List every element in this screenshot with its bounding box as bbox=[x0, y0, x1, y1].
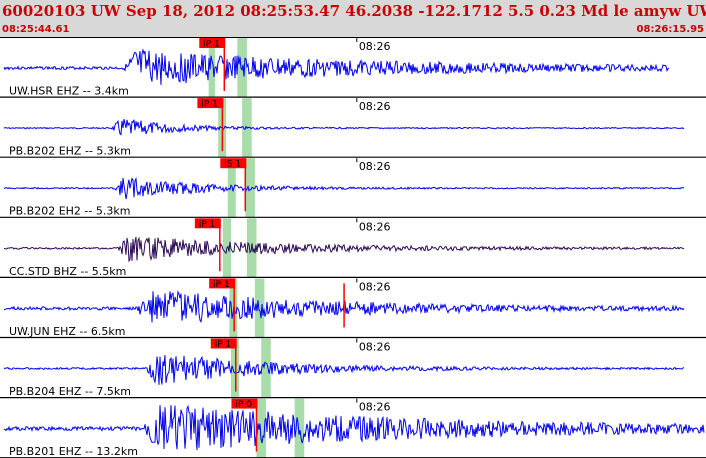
trace-panels[interactable]: 08:26 iP 1 UW.HSR EHZ -- 3.4km 08:26 iP 1 PB.… bbox=[0, 37, 706, 458]
time-tick-label: 08:26 bbox=[359, 100, 391, 113]
phase-window-band bbox=[261, 338, 271, 398]
station-label: PB.B202 EHZ -- 5.3km bbox=[9, 145, 131, 158]
phase-pick-label: iP 1 bbox=[215, 340, 232, 350]
station-label: PB.B202 EH2 -- 5.3km bbox=[9, 205, 130, 218]
trace-panel[interactable]: 08:26 iP 1 CC.STD BHZ -- 5.5km bbox=[0, 218, 706, 278]
time-tick-label: 08:26 bbox=[359, 160, 391, 173]
trace-panel[interactable]: 08:26 iP 1 UW.JUN EHZ -- 6.5km bbox=[0, 278, 706, 339]
event-title-bar: 60020103 UW Sep 18, 2012 08:25:53.47 46.… bbox=[0, 0, 706, 22]
seismogram-trace bbox=[3, 48, 670, 85]
time-tick-label: 08:26 bbox=[359, 341, 391, 354]
time-tick-label: 08:26 bbox=[359, 401, 391, 414]
station-label: PB.B204 EHZ -- 7.5km bbox=[9, 385, 131, 398]
station-label: UW.JUN EHZ -- 6.5km bbox=[9, 325, 125, 338]
time-tick-label: 08:26 bbox=[359, 280, 391, 293]
event-title: 60020103 UW Sep 18, 2012 08:25:53.47 46.… bbox=[2, 2, 706, 20]
trace-panel[interactable]: 08:26 iP 1 PB.B204 EHZ -- 7.5km bbox=[0, 338, 706, 399]
station-label: CC.STD BHZ -- 5.5km bbox=[9, 265, 126, 278]
waveform-viewer: 60020103 UW Sep 18, 2012 08:25:53.47 46.… bbox=[0, 0, 706, 458]
station-label: PB.B201 EHZ -- 13.2km bbox=[9, 445, 138, 458]
trace-panel[interactable]: 08:26 iP 1 UW.HSR EHZ -- 3.4km bbox=[0, 38, 706, 98]
seismogram-trace bbox=[3, 118, 685, 136]
seismogram-trace bbox=[3, 236, 685, 263]
time-tick-label: 08:26 bbox=[359, 40, 391, 53]
phase-pick-label: iP 0 bbox=[235, 400, 252, 410]
phase-pick-label: iS 1 bbox=[224, 160, 241, 170]
phase-pick-label: iP 1 bbox=[201, 100, 218, 110]
seismogram-trace bbox=[3, 404, 705, 451]
trace-panel[interactable]: 08:26 iS 1 PB.B202 EH2 -- 5.3km bbox=[0, 158, 706, 218]
seismogram-trace bbox=[3, 355, 685, 385]
phase-pick-label: iP 1 bbox=[199, 220, 216, 230]
start-time-label: 08:25:44.61 bbox=[2, 24, 70, 35]
trace-panel[interactable]: 08:26 iP 1 PB.B202 EHZ -- 5.3km bbox=[0, 98, 706, 158]
time-range-bar: 08:25:44.61 08:26:15.95 bbox=[0, 22, 706, 37]
phase-pick-label: iP 1 bbox=[213, 280, 230, 290]
station-label: UW.HSR EHZ -- 3.4km bbox=[9, 85, 129, 98]
phase-pick-label: iP 1 bbox=[203, 40, 220, 50]
trace-panel[interactable]: 08:26 iP 0 PB.B201 EHZ -- 13.2km bbox=[0, 398, 706, 458]
time-tick-label: 08:26 bbox=[359, 220, 391, 233]
end-time-label: 08:26:15.95 bbox=[636, 24, 704, 35]
seismogram-trace bbox=[3, 176, 685, 200]
